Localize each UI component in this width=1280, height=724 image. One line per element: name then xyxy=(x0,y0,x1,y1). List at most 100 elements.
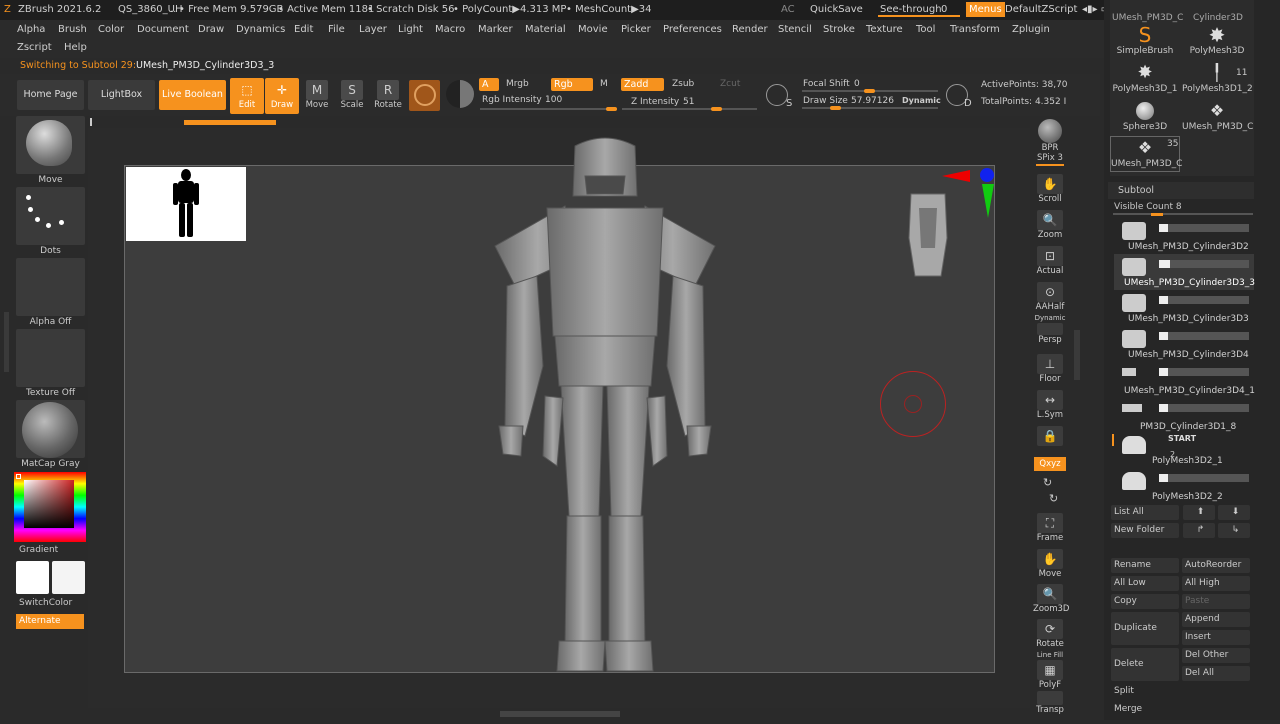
umesh-selected-tool[interactable]: ❖ 35 UMesh_PM3D_C xyxy=(1110,136,1182,172)
subtool-toggles[interactable] xyxy=(1159,368,1249,376)
secondary-color-swatch[interactable] xyxy=(52,561,85,594)
arrow-down-right-icon[interactable]: ↳ xyxy=(1218,523,1250,538)
insert-button[interactable]: Insert xyxy=(1182,630,1250,645)
subtool-toggles[interactable] xyxy=(1159,224,1249,232)
see-through-label[interactable]: See-through xyxy=(880,4,942,15)
main-color-swatch[interactable] xyxy=(16,561,49,594)
menu-dynamics[interactable]: Dynamics xyxy=(236,24,285,35)
focal-shift-slider[interactable] xyxy=(802,89,938,93)
menu-help[interactable]: Help xyxy=(64,42,87,53)
left-tray-handle[interactable] xyxy=(4,312,9,372)
all-low-button[interactable]: All Low xyxy=(1111,576,1179,591)
alpha-slot[interactable]: Alpha Off xyxy=(16,258,85,327)
lazy-mouse-s-icon[interactable] xyxy=(766,84,788,106)
spix-slider[interactable] xyxy=(1036,164,1064,166)
arrow-right-icon[interactable]: ↱ xyxy=(1183,523,1215,538)
menu-stencil[interactable]: Stencil xyxy=(778,24,812,35)
bottom-tray-handle[interactable] xyxy=(500,711,620,717)
move-down-button[interactable]: ⬇ xyxy=(1218,505,1250,520)
right-tray-handle[interactable] xyxy=(1074,330,1080,380)
rotate-y-icon[interactable]: ↻ xyxy=(1043,476,1052,489)
menu-material[interactable]: Material xyxy=(525,24,566,35)
rgb-toggle[interactable]: Rgb xyxy=(551,78,593,91)
simplebrush-tool[interactable]: S SimpleBrush xyxy=(1110,24,1180,62)
subtool-header[interactable]: Subtool xyxy=(1108,182,1254,199)
rotate-z-icon[interactable]: ↻ xyxy=(1049,492,1058,505)
subtool-row[interactable]: START 2 PolyMesh3D2_1 xyxy=(1112,434,1254,470)
zoom3d-button[interactable]: 🔍 Zoom3D xyxy=(1033,583,1069,617)
move-up-button[interactable]: ⬆ xyxy=(1183,505,1215,520)
menu-layer[interactable]: Layer xyxy=(359,24,387,35)
menu-preferences[interactable]: Preferences xyxy=(663,24,722,35)
subtool-row[interactable]: UMesh_PM3D_Cylinder3D3 xyxy=(1114,290,1254,326)
xyz-toggle[interactable]: Qxyz xyxy=(1034,457,1066,471)
visible-count-slider[interactable] xyxy=(1113,213,1253,216)
actual-button[interactable]: ⊡ Actual xyxy=(1033,245,1067,279)
subtool-row-selected[interactable]: UMesh_PM3D_Cylinder3D3_3 xyxy=(1114,254,1255,290)
append-button[interactable]: Append xyxy=(1182,612,1250,627)
menu-picker[interactable]: Picker xyxy=(621,24,651,35)
zoom-button[interactable]: 🔍 Zoom xyxy=(1033,209,1067,243)
copy-button[interactable]: Copy xyxy=(1111,594,1179,609)
scroll-button[interactable]: ✋ Scroll xyxy=(1033,173,1067,207)
subtool-toggles[interactable] xyxy=(1159,474,1249,482)
lock-button[interactable]: 🔒 xyxy=(1033,425,1067,459)
material-preview-button[interactable] xyxy=(446,80,474,108)
menu-document[interactable]: Document xyxy=(137,24,189,35)
menu-zscript[interactable]: Zscript xyxy=(17,42,52,53)
del-other-button[interactable]: Del Other xyxy=(1182,648,1250,663)
menu-brush[interactable]: Brush xyxy=(58,24,87,35)
menu-transform[interactable]: Transform xyxy=(950,24,1000,35)
menus-button[interactable]: Menus xyxy=(966,2,1005,17)
floor-button[interactable]: ⊥ Floor xyxy=(1033,353,1067,387)
new-folder-button[interactable]: New Folder xyxy=(1111,523,1179,538)
brush-slot[interactable]: Move xyxy=(16,116,85,185)
persp-button[interactable]: Dynamic Persp xyxy=(1033,314,1067,348)
move-button[interactable]: M Move xyxy=(300,78,334,114)
all-high-button[interactable]: All High xyxy=(1182,576,1250,591)
transp-button[interactable]: Transp xyxy=(1033,690,1067,724)
subtool-toggles[interactable] xyxy=(1159,404,1249,412)
lightbox-button[interactable]: LightBox xyxy=(88,80,155,110)
zsub-toggle[interactable]: Zsub xyxy=(672,79,694,89)
draw-size-slider[interactable] xyxy=(802,106,938,110)
aahalf-button[interactable]: ⊙ AAHalf xyxy=(1033,281,1067,315)
edit-button[interactable]: ⬚ Edit xyxy=(230,78,264,114)
texture-slot[interactable]: Texture Off xyxy=(16,329,85,398)
ac-label[interactable]: AC xyxy=(781,4,795,15)
zadd-toggle[interactable]: Zadd xyxy=(621,78,664,91)
sphere3d-tool[interactable]: Sphere3D xyxy=(1110,100,1180,136)
autoreorder-button[interactable]: AutoReorder xyxy=(1182,558,1250,573)
lsym-button[interactable]: ↔ L.Sym xyxy=(1033,389,1067,423)
move-view-button[interactable]: ✋ Move xyxy=(1033,548,1067,582)
duplicate-button[interactable]: Duplicate xyxy=(1111,612,1179,645)
menu-edit[interactable]: Edit xyxy=(294,24,313,35)
menu-render[interactable]: Render xyxy=(732,24,768,35)
rgb-intensity-slider[interactable] xyxy=(480,107,617,111)
brush-preview-button[interactable] xyxy=(409,80,440,111)
frame-button[interactable]: ⛶ Frame xyxy=(1033,512,1067,546)
rotate-button[interactable]: R Rotate xyxy=(371,78,405,114)
mrgb-toggle[interactable]: Mrgb xyxy=(506,79,529,89)
menu-texture[interactable]: Texture xyxy=(866,24,903,35)
menu-alpha[interactable]: Alpha xyxy=(17,24,45,35)
material-slot[interactable]: MatCap Gray xyxy=(16,400,85,469)
default-zscript[interactable]: DefaultZScript xyxy=(1005,4,1077,15)
menu-zplugin[interactable]: Zplugin xyxy=(1012,24,1050,35)
armored-figure-model[interactable] xyxy=(485,136,725,676)
delete-button[interactable]: Delete xyxy=(1111,648,1179,681)
subtool-row[interactable]: PM3D_Cylinder3D1_8 xyxy=(1114,398,1254,434)
rename-button[interactable]: Rename xyxy=(1111,558,1179,573)
subtool-toggles[interactable] xyxy=(1159,260,1249,268)
rotate-view-button[interactable]: ⟳ Rotate xyxy=(1033,618,1067,652)
m-toggle[interactable]: M xyxy=(600,79,608,89)
menu-marker[interactable]: Marker xyxy=(478,24,513,35)
subtool-row[interactable]: PolyMesh3D2_2 xyxy=(1114,470,1254,506)
polymesh3d1-tool[interactable]: ✸ PolyMesh3D_1 xyxy=(1110,62,1180,100)
subtool-toggles[interactable] xyxy=(1159,332,1249,340)
color-picker[interactable] xyxy=(14,472,86,542)
menu-draw[interactable]: Draw xyxy=(198,24,224,35)
scale-button[interactable]: S Scale xyxy=(335,78,369,114)
visible-count-label[interactable]: Visible Count 8 xyxy=(1114,202,1182,212)
zcut-toggle[interactable]: Zcut xyxy=(720,79,740,89)
